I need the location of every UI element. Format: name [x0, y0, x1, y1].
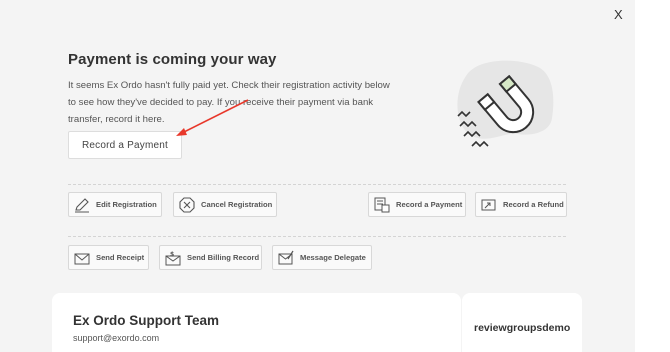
cancel-registration-button[interactable]: Cancel Registration — [173, 192, 277, 217]
send-billing-record-button[interactable]: $ Send Billing Record — [159, 245, 262, 270]
contact-email: support@exordo.com — [73, 333, 160, 343]
record-refund-button[interactable]: Record a Refund — [475, 192, 567, 217]
section-divider — [68, 184, 566, 185]
annotation-arrow-icon — [176, 99, 249, 136]
send-billing-record-label: Send Billing Record — [187, 253, 260, 262]
refund-icon — [481, 197, 497, 213]
record-payment-button[interactable]: Record a Payment — [68, 131, 182, 159]
magnet-illustration-icon — [448, 56, 558, 156]
send-receipt-button[interactable]: Send Receipt — [68, 245, 149, 270]
section-divider — [68, 236, 566, 237]
record-refund-label: Record a Refund — [503, 200, 564, 209]
contact-name: Ex Ordo Support Team — [73, 313, 220, 328]
billing-record-icon: $ — [165, 250, 181, 266]
close-button[interactable]: X — [614, 7, 623, 22]
record-payment-action-label: Record a Payment — [396, 200, 463, 209]
message-icon — [278, 250, 294, 266]
cancel-icon — [179, 196, 195, 213]
edit-icon — [74, 197, 90, 213]
receipt-icon — [74, 250, 90, 266]
send-receipt-label: Send Receipt — [96, 253, 145, 262]
svg-text:$: $ — [170, 251, 174, 258]
group-title: reviewgroupsdemo — [474, 322, 571, 334]
edit-registration-label: Edit Registration — [96, 200, 157, 209]
message-delegate-label: Message Delegate — [300, 253, 366, 262]
edit-registration-button[interactable]: Edit Registration — [68, 192, 162, 217]
record-payment-action-button[interactable]: Record a Payment — [368, 192, 466, 217]
cancel-registration-label: Cancel Registration — [201, 200, 273, 209]
payment-icon — [374, 197, 390, 213]
message-delegate-button[interactable]: Message Delegate — [272, 245, 372, 270]
scroll-gutter — [635, 0, 670, 352]
page-title: Payment is coming your way — [68, 51, 277, 68]
